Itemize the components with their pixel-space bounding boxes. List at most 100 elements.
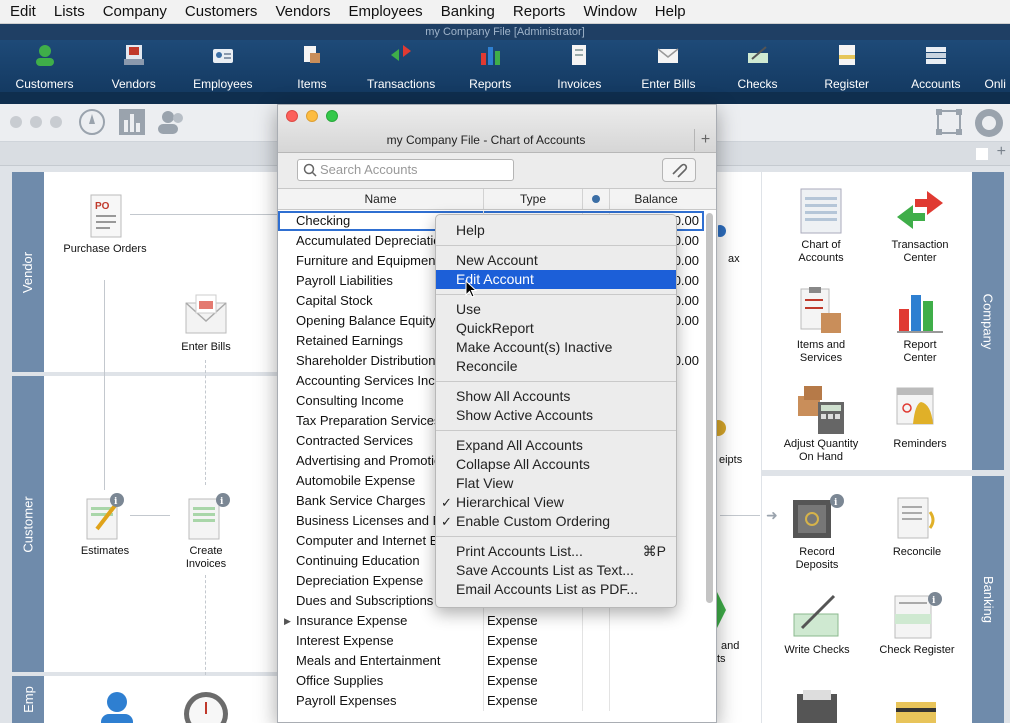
reconcile-doc-icon bbox=[897, 497, 935, 539]
toolbar-enter-bills-button[interactable]: Enter Bills bbox=[624, 40, 713, 92]
report-center-button[interactable]: Report Center bbox=[875, 287, 965, 365]
estimates-button[interactable]: i Estimates bbox=[60, 493, 150, 558]
transaction-center-button[interactable]: Transaction Center bbox=[875, 187, 965, 265]
toolbar-customers-button[interactable]: Customers bbox=[0, 40, 89, 92]
employee-person-icon[interactable] bbox=[70, 690, 160, 723]
menu-lists[interactable]: Lists bbox=[44, 0, 93, 24]
zoom-button[interactable] bbox=[326, 110, 338, 122]
toolbar-register-button[interactable]: Register bbox=[802, 40, 891, 92]
column-balance-header[interactable]: Balance bbox=[610, 189, 702, 209]
print-checks-icon[interactable] bbox=[772, 690, 862, 723]
table-row[interactable]: ▶ Insurance Expense Expense bbox=[278, 611, 704, 631]
estimate-icon: i bbox=[86, 493, 124, 540]
partial-label: and bbox=[721, 640, 740, 652]
vertical-scrollbar[interactable] bbox=[706, 213, 713, 603]
toolbar-online-button[interactable]: Onli bbox=[980, 40, 1010, 92]
account-balance-cell bbox=[610, 651, 702, 671]
menu-item-expand-all[interactable]: Expand All Accounts bbox=[436, 436, 676, 455]
people-icon[interactable] bbox=[156, 108, 188, 141]
table-row[interactable]: Payroll Expenses Expense bbox=[278, 691, 704, 711]
customize-icon[interactable] bbox=[935, 108, 963, 141]
purchase-orders-button[interactable]: PO Purchase Orders bbox=[60, 193, 150, 256]
menu-item-custom-ordering[interactable]: ✓ Enable Custom Ordering bbox=[436, 512, 676, 531]
menu-item-new-account[interactable]: New Account bbox=[436, 251, 676, 270]
inactive-window-lights bbox=[10, 116, 62, 128]
tab-vendor[interactable]: Vendor bbox=[12, 172, 44, 372]
toolbar-accounts-button[interactable]: Accounts bbox=[891, 40, 980, 92]
expand-triangle-icon[interactable]: ▶ bbox=[284, 611, 291, 631]
account-name: Checking bbox=[296, 213, 351, 228]
column-name-header[interactable]: Name bbox=[278, 189, 484, 209]
clock-icon[interactable] bbox=[161, 690, 251, 723]
enter-bills-button[interactable]: Enter Bills bbox=[161, 293, 251, 354]
table-row[interactable]: Office Supplies Expense bbox=[278, 671, 704, 691]
attach-button[interactable] bbox=[662, 158, 696, 182]
window-titlebar: my Company File - Chart of Accounts + bbox=[278, 105, 716, 153]
toolbar-vendors-button[interactable]: Vendors bbox=[89, 40, 178, 92]
tab-employees[interactable]: Emp bbox=[12, 676, 44, 723]
menu-item-hierarchical-view[interactable]: ✓ Hierarchical View bbox=[436, 493, 676, 512]
menu-bar: Edit Lists Company Customers Vendors Emp… bbox=[0, 0, 1010, 24]
close-button[interactable] bbox=[286, 110, 298, 122]
create-invoices-button[interactable]: i Create Invoices bbox=[161, 493, 251, 571]
menu-item-flat-view[interactable]: Flat View bbox=[436, 474, 676, 493]
menu-edit[interactable]: Edit bbox=[0, 0, 44, 24]
envelope-icon bbox=[655, 42, 681, 68]
add-tab-button[interactable]: + bbox=[694, 129, 716, 151]
compass-icon[interactable] bbox=[78, 108, 106, 141]
toolbar-transactions-button[interactable]: Transactions bbox=[357, 40, 446, 92]
accounts-icon bbox=[923, 42, 949, 68]
tab-banking[interactable]: Banking bbox=[972, 476, 1004, 723]
menu-item-help[interactable]: Help bbox=[436, 221, 676, 240]
toolbar-items-button[interactable]: Items bbox=[267, 40, 356, 92]
toolbar-checks-button[interactable]: Checks bbox=[713, 40, 802, 92]
menu-separator bbox=[436, 381, 676, 382]
menu-item-email-list[interactable]: Email Accounts List as PDF... bbox=[436, 580, 676, 599]
check-register-label: Check Register bbox=[879, 644, 955, 656]
menu-item-reconcile[interactable]: Reconcile bbox=[436, 357, 676, 376]
add-tab-icon[interactable]: + bbox=[997, 143, 1006, 161]
record-deposits-button[interactable]: i Record Deposits bbox=[772, 494, 862, 572]
search-accounts-input[interactable]: Search Accounts bbox=[297, 159, 514, 181]
items-and-services-button[interactable]: Items and Services bbox=[776, 287, 866, 365]
toolbar-invoices-button[interactable]: Invoices bbox=[535, 40, 624, 92]
reports-graph-icon[interactable] bbox=[118, 108, 146, 141]
menu-company[interactable]: Company bbox=[93, 0, 175, 24]
tab-customer[interactable]: Customer bbox=[12, 376, 44, 672]
reconcile-button[interactable]: Reconcile bbox=[872, 494, 962, 559]
toolbar-label: Transactions bbox=[366, 77, 436, 91]
menu-help[interactable]: Help bbox=[645, 0, 694, 24]
menu-item-print-list[interactable]: Print Accounts List... ⌘P bbox=[436, 542, 676, 561]
menu-reports[interactable]: Reports bbox=[503, 0, 574, 24]
table-row[interactable]: Meals and Entertainment Expense bbox=[278, 651, 704, 671]
menu-window[interactable]: Window bbox=[573, 0, 644, 24]
column-status-header[interactable] bbox=[583, 189, 610, 209]
check-register-button[interactable]: i Check Register bbox=[872, 592, 962, 657]
menu-item-make-inactive[interactable]: Make Account(s) Inactive bbox=[436, 338, 676, 357]
menu-item-show-active[interactable]: Show Active Accounts bbox=[436, 406, 676, 425]
menu-item-quickreport[interactable]: QuickReport bbox=[436, 319, 676, 338]
menu-employees[interactable]: Employees bbox=[338, 0, 430, 24]
minimize-button[interactable] bbox=[306, 110, 318, 122]
lifebuoy-icon[interactable] bbox=[973, 107, 1005, 144]
menu-customers[interactable]: Customers bbox=[175, 0, 266, 24]
tab-company[interactable]: Company bbox=[972, 172, 1004, 470]
toolbar-employees-button[interactable]: Employees bbox=[178, 40, 267, 92]
reminders-button[interactable]: Reminders bbox=[875, 386, 965, 451]
table-row[interactable]: Interest Expense Expense bbox=[278, 631, 704, 651]
credit-card-icon[interactable] bbox=[872, 700, 962, 723]
invoice-icon: i bbox=[188, 493, 230, 540]
account-name: Payroll Expenses bbox=[296, 693, 397, 708]
menu-item-save-list[interactable]: Save Accounts List as Text... bbox=[436, 561, 676, 580]
menu-banking[interactable]: Banking bbox=[431, 0, 503, 24]
menu-item-collapse-all[interactable]: Collapse All Accounts bbox=[436, 455, 676, 474]
write-checks-button[interactable]: Write Checks bbox=[772, 592, 862, 657]
toolbar-reports-button[interactable]: Reports bbox=[446, 40, 535, 92]
menu-vendors[interactable]: Vendors bbox=[265, 0, 338, 24]
menu-item-show-all[interactable]: Show All Accounts bbox=[436, 387, 676, 406]
check-pen-icon bbox=[745, 42, 771, 68]
chart-of-accounts-button[interactable]: Chart of Accounts bbox=[776, 187, 866, 265]
column-type-header[interactable]: Type bbox=[484, 189, 583, 209]
reminders-label: Reminders bbox=[893, 438, 947, 450]
adjust-quantity-button[interactable]: Adjust Quantity On Hand bbox=[776, 386, 866, 464]
